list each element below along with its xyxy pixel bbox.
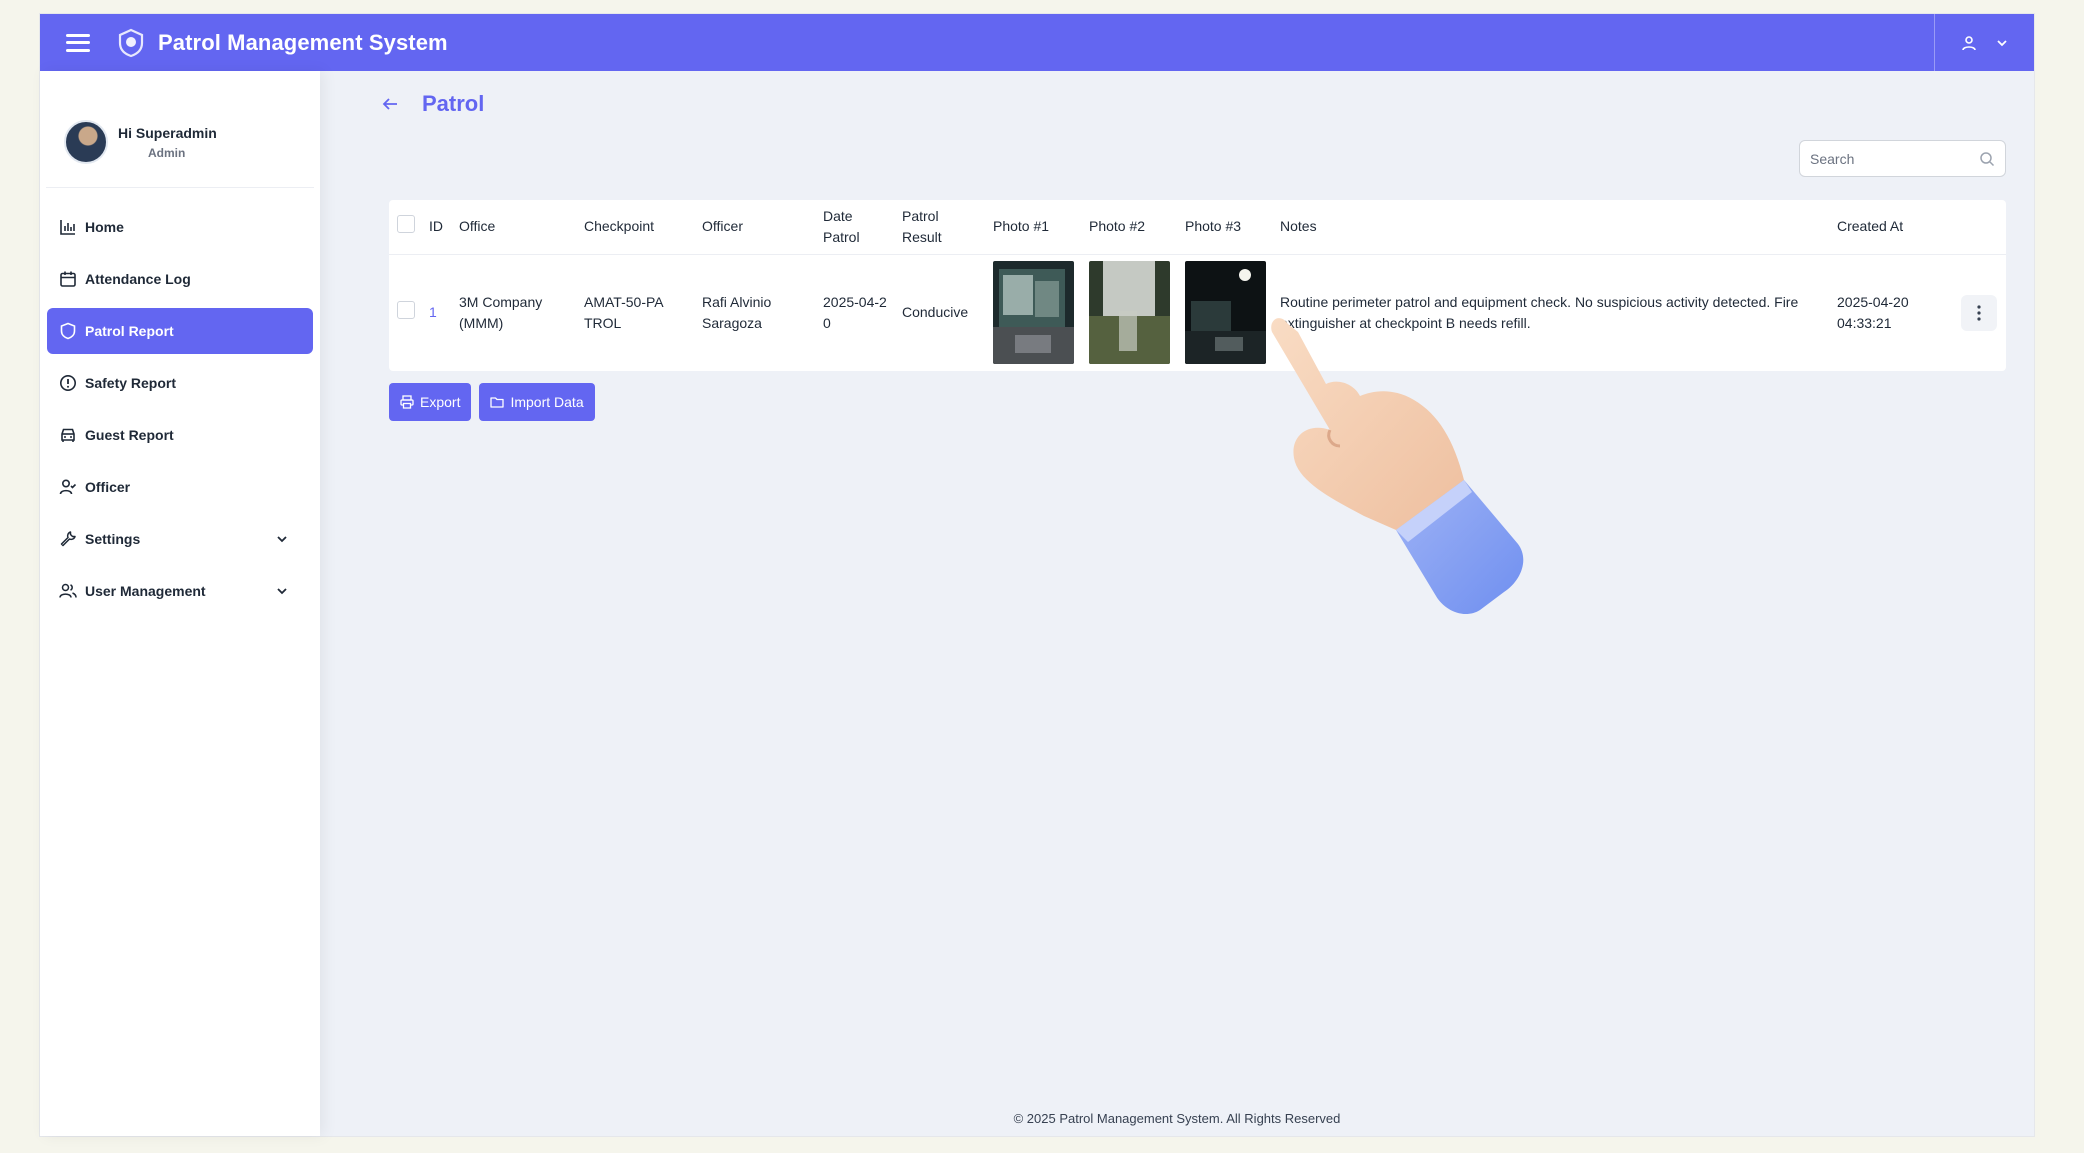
select-all-checkbox[interactable] — [397, 214, 415, 233]
top-bar: Patrol Management System — [40, 14, 2034, 71]
column-header-office[interactable]: Office — [459, 200, 584, 255]
folder-icon — [490, 397, 505, 408]
user-check-icon — [59, 479, 77, 495]
profile-role: Admin — [148, 145, 186, 160]
sidebar-item-label: Patrol Report — [85, 323, 174, 339]
chevron-down-icon — [277, 588, 287, 595]
back-arrow-icon[interactable] — [380, 94, 400, 114]
app-frame: Patrol Management System Hi Superadmin A… — [40, 14, 2034, 1136]
sidebar-item-safety-report[interactable]: Safety Report — [47, 360, 313, 406]
column-header-notes[interactable]: Notes — [1280, 200, 1837, 255]
export-button[interactable]: Export — [389, 383, 472, 421]
sidebar-item-officer[interactable]: Officer — [47, 464, 313, 510]
hamburger-menu-icon[interactable] — [66, 33, 90, 52]
sidebar-item-home[interactable]: Home — [47, 204, 313, 250]
row-actions-menu[interactable] — [1961, 294, 1997, 331]
column-header-photo2[interactable]: Photo #2 — [1089, 200, 1185, 255]
column-header-officer[interactable]: Officer — [702, 200, 823, 255]
wrench-icon — [60, 531, 76, 547]
table-header-row: ID Office Checkpoint Officer Date Patrol… — [389, 200, 2006, 255]
row-checkpoint: AMAT-50-PATROL — [584, 293, 664, 331]
sidebar: Hi Superadmin Admin Home Attendance Log … — [40, 71, 320, 1136]
sidebar-item-patrol-report[interactable]: Patrol Report — [47, 308, 313, 354]
sidebar-item-label: Settings — [85, 531, 141, 547]
row-officer: Rafi Alvinio Saragoza — [702, 293, 772, 331]
users-icon — [59, 583, 77, 598]
column-header-photo1[interactable]: Photo #1 — [993, 200, 1089, 255]
sidebar-item-label: User Management — [85, 583, 206, 599]
avatar — [64, 120, 108, 164]
column-header-date-patrol[interactable]: Date Patrol — [823, 206, 883, 248]
patrol-photo-1[interactable] — [993, 261, 1074, 365]
main-content: Patrol ID Office Checkpoint Officer Date… — [320, 71, 2034, 1136]
more-vertical-icon — [1977, 305, 1981, 321]
table-actions: Export Import Data — [389, 383, 595, 421]
sidebar-item-label: Attendance Log — [85, 271, 191, 287]
row-created-at: 2025-04-20 04:33:21 — [1837, 293, 1909, 331]
patrol-photo-2[interactable] — [1089, 261, 1170, 365]
chevron-down-icon — [277, 536, 287, 543]
sidebar-menu: Home Attendance Log Patrol Report Safety… — [40, 204, 320, 614]
sidebar-item-settings[interactable]: Settings — [47, 516, 313, 562]
chevron-down-icon — [1996, 39, 2007, 46]
brand-logo-icon — [118, 28, 144, 57]
shield-icon — [60, 322, 76, 340]
row-date-patrol: 2025-04-20 — [823, 293, 887, 331]
patrol-table: ID Office Checkpoint Officer Date Patrol… — [389, 200, 2006, 371]
sidebar-item-attendance-log[interactable]: Attendance Log — [47, 256, 313, 302]
row-id-link[interactable]: 1 — [429, 304, 437, 320]
sidebar-item-label: Guest Report — [85, 427, 174, 443]
row-office: 3M Company (MMM) — [459, 293, 543, 331]
page-title: Patrol — [422, 91, 485, 116]
import-data-button[interactable]: Import Data — [479, 383, 595, 421]
row-notes: Routine perimeter patrol and equipment c… — [1280, 293, 1799, 331]
sidebar-item-guest-report[interactable]: Guest Report — [47, 412, 313, 458]
sidebar-item-label: Safety Report — [85, 375, 177, 391]
row-checkbox[interactable] — [397, 300, 415, 319]
profile-card: Hi Superadmin Admin — [46, 71, 314, 188]
user-menu[interactable] — [1934, 14, 2034, 71]
page-header: Patrol — [380, 91, 484, 117]
export-label: Export — [420, 394, 461, 410]
column-header-patrol-result[interactable]: Patrol Result — [902, 206, 962, 248]
column-header-created-at[interactable]: Created At — [1837, 200, 1961, 255]
calendar-icon — [60, 271, 76, 287]
alert-circle-icon — [60, 375, 76, 391]
car-icon — [61, 428, 75, 442]
chart-icon — [60, 220, 75, 235]
user-icon — [1961, 35, 1976, 50]
column-header-photo3[interactable]: Photo #3 — [1185, 200, 1280, 255]
column-header-checkpoint[interactable]: Checkpoint — [584, 200, 702, 255]
sidebar-item-user-management[interactable]: User Management — [47, 568, 313, 614]
sidebar-item-label: Home — [85, 219, 124, 235]
search-input[interactable] — [1810, 150, 1970, 167]
import-data-label: Import Data — [510, 394, 584, 410]
printer-icon — [400, 395, 414, 409]
footer-copyright: © 2025 Patrol Management System. All Rig… — [1013, 1111, 1341, 1126]
app-title: Patrol Management System — [158, 29, 448, 55]
search-box[interactable] — [1799, 140, 2006, 177]
patrol-table-card: ID Office Checkpoint Officer Date Patrol… — [389, 200, 2006, 371]
row-patrol-result: Conducive — [902, 304, 969, 321]
profile-greeting: Hi Superadmin — [118, 124, 217, 141]
sidebar-item-label: Officer — [85, 479, 131, 495]
table-row[interactable]: 1 3M Company (MMM) AMAT-50-PATROL Rafi A… — [389, 254, 2006, 371]
search-icon[interactable] — [1979, 151, 1995, 167]
column-header-id[interactable]: ID — [429, 200, 459, 255]
patrol-photo-3[interactable] — [1185, 261, 1266, 365]
